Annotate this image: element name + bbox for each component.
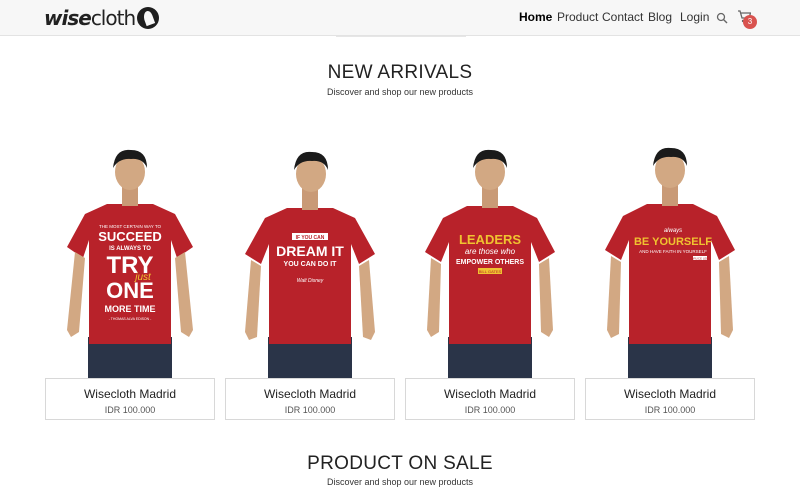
product-name[interactable]: Wisecloth Madrid	[586, 387, 754, 401]
print-line: BRUCE LEE	[691, 257, 708, 261]
print-line: BE YOURSELF	[634, 236, 712, 248]
print-line: DREAM IT	[276, 243, 344, 259]
brand-name: wisecloth	[44, 6, 136, 30]
shirt-print: THE MOST CERTAIN WAY TO SUCCEED IS ALWAY…	[98, 224, 162, 321]
on-sale-title: PRODUCT ON SALE	[307, 453, 493, 474]
product-card[interactable]: THE MOST CERTAIN WAY TO SUCCEED IS ALWAY…	[45, 132, 215, 422]
print-line: - THOMAS ALVA EDISON -	[109, 317, 152, 321]
product-price: IDR 100.000	[644, 405, 696, 415]
print-line: are those who	[465, 247, 516, 256]
product-name[interactable]: Wisecloth Madrid	[46, 387, 214, 401]
product-info[interactable]: Wisecloth Madrid IDR 100.000	[45, 378, 215, 420]
navbar: wisecloth Home Product Contact Blog Logi…	[0, 0, 800, 36]
product-info[interactable]: Wisecloth Madrid IDR 100.000	[405, 378, 575, 420]
nav-blog[interactable]: Blog	[648, 10, 672, 24]
product-info[interactable]: Wisecloth Madrid IDR 100.000	[225, 378, 395, 420]
print-line: AND HAVE FAITH IN YOURSELF	[639, 249, 707, 254]
product-info[interactable]: Wisecloth Madrid IDR 100.000	[585, 378, 755, 420]
nav-login[interactable]: Login	[680, 10, 709, 24]
product-card[interactable]: LEADERS are those who EMPOWER OTHERS BIL…	[405, 132, 575, 422]
product-price: IDR 100.000	[284, 405, 336, 415]
header-divider	[336, 36, 466, 37]
nav-contact[interactable]: Contact	[602, 10, 643, 24]
product-image[interactable]: IF YOU CAN DREAM IT YOU CAN DO IT Walt D…	[225, 132, 395, 378]
product-price: IDR 100.000	[104, 405, 156, 415]
print-line: SUCCEED	[98, 229, 162, 244]
print-line: YOU CAN DO IT	[284, 261, 338, 268]
cart-count-badge: 3	[743, 15, 757, 29]
nav-product[interactable]: Product	[557, 10, 598, 24]
print-line: BILL GATES	[479, 269, 502, 274]
product-card[interactable]: always BE YOURSELF AND HAVE FAITH IN YOU…	[585, 132, 755, 422]
nav-home[interactable]: Home	[519, 10, 552, 24]
print-line: LEADERS	[459, 232, 521, 247]
search-icon[interactable]	[716, 11, 728, 29]
product-price: IDR 100.000	[464, 405, 516, 415]
product-image[interactable]: LEADERS are those who EMPOWER OTHERS BIL…	[405, 132, 575, 378]
on-sale-subtitle: Discover and shop our new products	[326, 477, 474, 487]
product-name[interactable]: Wisecloth Madrid	[226, 387, 394, 401]
new-arrivals-title: NEW ARRIVALS	[327, 62, 473, 83]
print-line: EMPOWER OTHERS	[456, 259, 524, 266]
product-name[interactable]: Wisecloth Madrid	[406, 387, 574, 401]
new-arrivals-subtitle: Discover and shop our new products	[326, 87, 474, 97]
brand-mark-icon	[137, 7, 160, 29]
print-line: MORE TIME	[105, 304, 156, 314]
print-line: Walt Disney	[297, 278, 324, 284]
brand-logo[interactable]: wisecloth	[44, 6, 160, 30]
print-line: IF YOU CAN	[296, 235, 325, 241]
print-line: always	[664, 228, 682, 234]
product-card[interactable]: IF YOU CAN DREAM IT YOU CAN DO IT Walt D…	[225, 132, 395, 422]
product-image[interactable]: THE MOST CERTAIN WAY TO SUCCEED IS ALWAY…	[45, 132, 215, 378]
product-image[interactable]: always BE YOURSELF AND HAVE FAITH IN YOU…	[585, 132, 755, 378]
print-line: ONE	[106, 278, 154, 303]
